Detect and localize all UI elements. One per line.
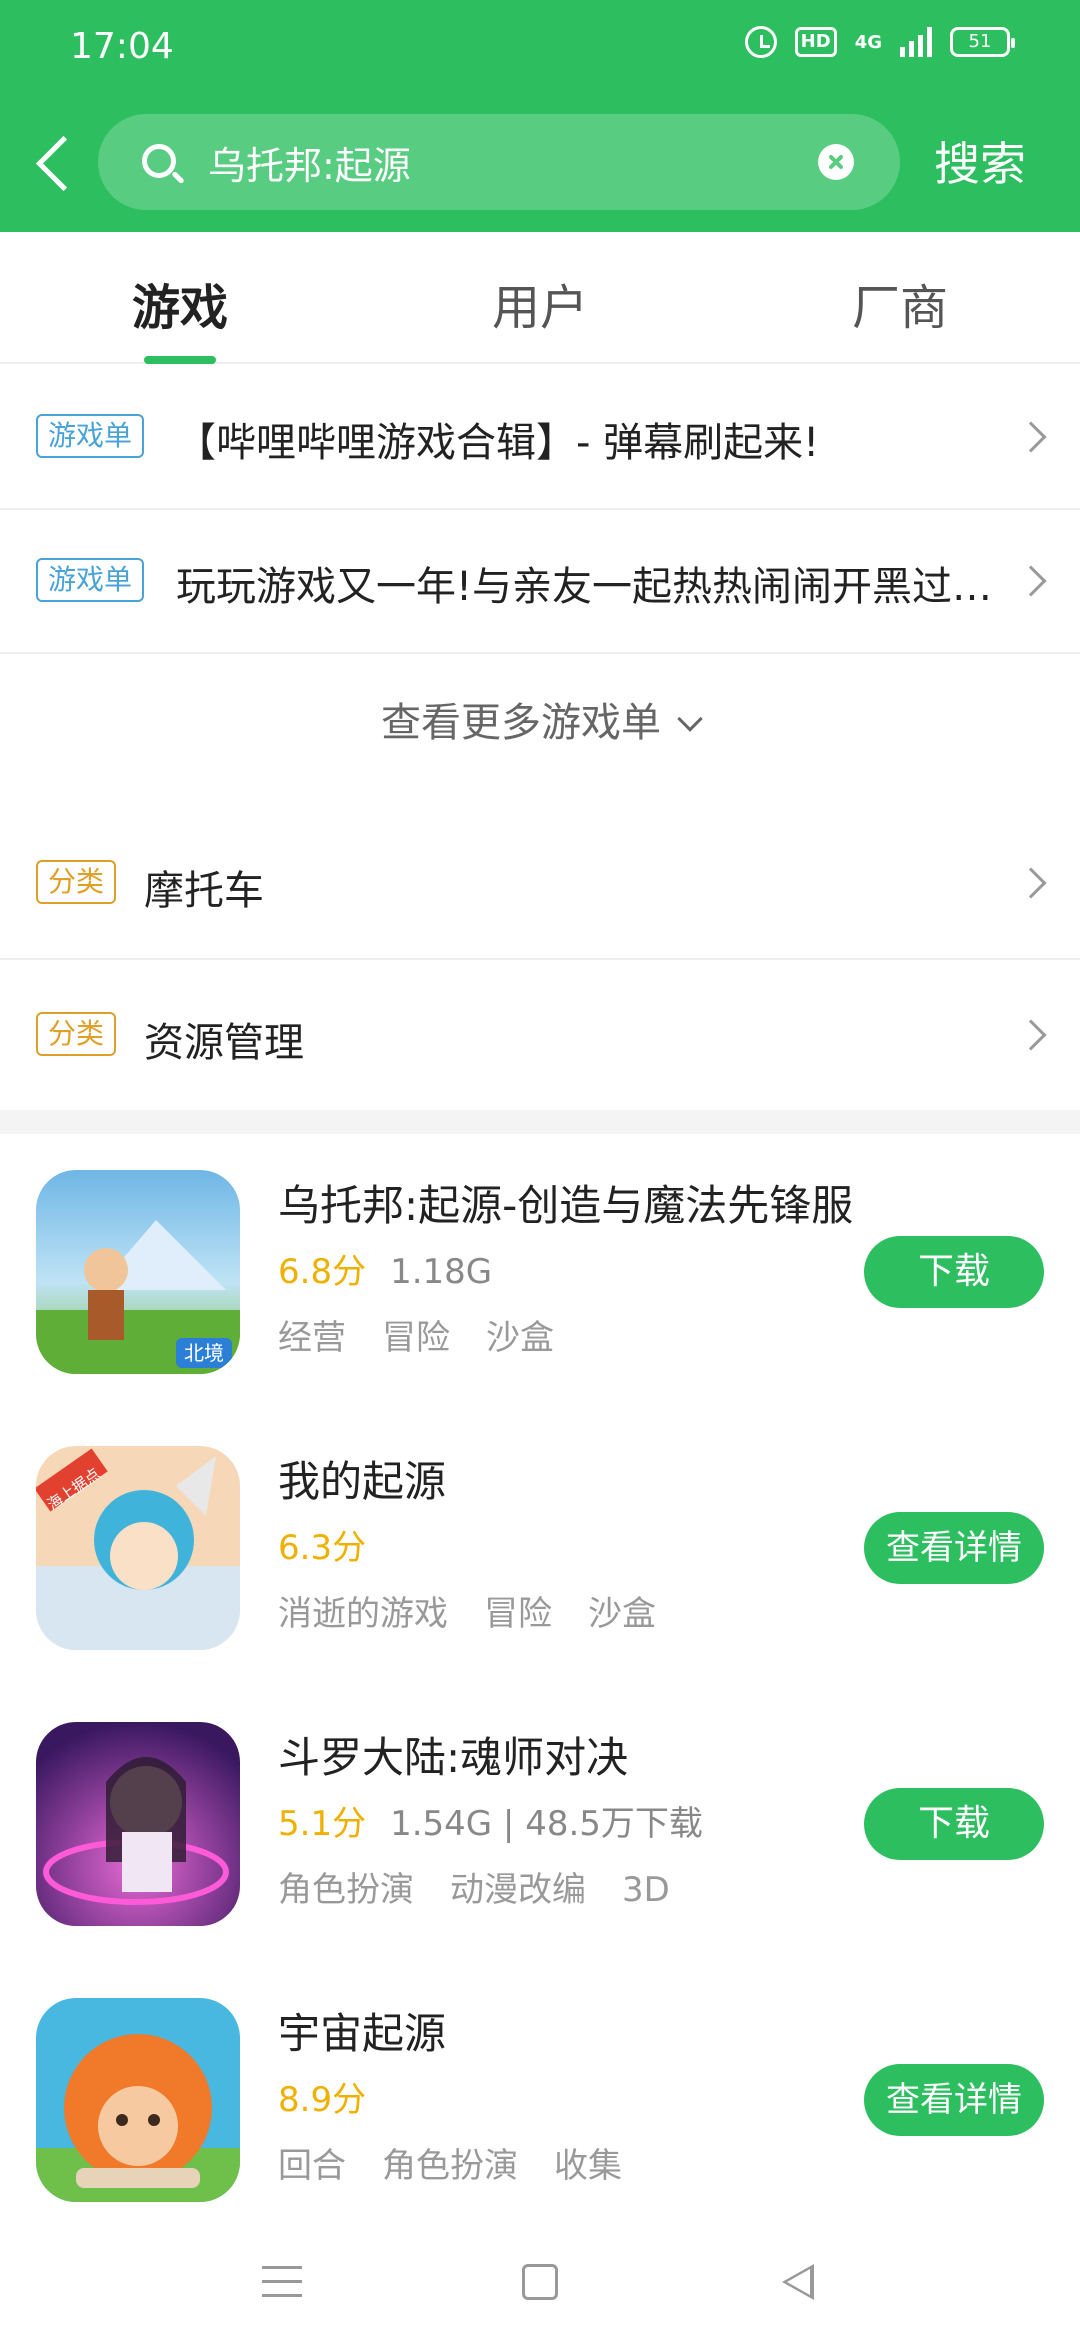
game-icon[interactable]: 北境	[36, 1170, 240, 1374]
tab-bar: 游戏 用户 厂商	[0, 232, 1080, 364]
game-item[interactable]: 北境 乌托邦:起源-创造与魔法先锋服 6.8分 1.18G 经营 冒险 沙盒 下载	[0, 1170, 1080, 1400]
game-title[interactable]: 乌托邦:起源-创造与魔法先锋服	[278, 1172, 853, 1233]
more-collections-label: 查看更多游戏单	[381, 700, 661, 746]
game-score: 6.3分	[278, 1528, 367, 1568]
status-time: 17:04	[70, 26, 174, 67]
collection-row[interactable]: 游戏单 【哔哩哔哩游戏合辑】- 弹幕刷起来!	[0, 366, 1080, 510]
category-badge: 分类	[36, 860, 117, 904]
game-tags: 经营 冒险 沙盒	[278, 1310, 590, 1359]
search-icon	[142, 144, 176, 178]
tab-indicator	[144, 356, 216, 364]
game-meta: 8.9分	[278, 2072, 390, 2121]
download-button[interactable]: 下载	[864, 1788, 1044, 1860]
game-tag: 消逝的游戏	[278, 1594, 448, 1634]
game-icon[interactable]: 海上据点	[36, 1446, 240, 1650]
game-tag: 沙盒	[588, 1594, 656, 1634]
game-tag: 角色扮演	[278, 1870, 414, 1910]
chevron-right-icon	[1015, 421, 1047, 453]
game-tag: 回合	[278, 2146, 346, 2186]
category-title: 资源管理	[144, 1020, 304, 1066]
battery-icon: 51	[950, 27, 1015, 57]
alarm-icon	[744, 26, 777, 58]
game-tag: 冒险	[484, 1594, 552, 1634]
category-row[interactable]: 分类 摩托车	[0, 808, 1080, 960]
game-meta: 5.1分 1.54G | 48.5万下载	[278, 1796, 703, 1845]
game-tags: 角色扮演 动漫改编 3D	[278, 1862, 706, 1911]
chevron-right-icon	[1015, 565, 1047, 597]
view-details-button[interactable]: 查看详情	[864, 2064, 1044, 2136]
game-size: 1.54G | 48.5万下载	[390, 1804, 703, 1844]
game-tag: 动漫改编	[450, 1870, 586, 1910]
game-item[interactable]: 海上据点 我的起源 6.3分 消逝的游戏 冒险 沙盒 查看详情	[0, 1446, 1080, 1676]
clear-icon[interactable]	[818, 144, 854, 180]
tab-users[interactable]: 用户	[492, 268, 588, 338]
game-item[interactable]: 斗罗大陆:魂师对决 5.1分 1.54G | 48.5万下载 角色扮演 动漫改编 3D…	[0, 1722, 1080, 1952]
search-input[interactable]	[208, 132, 768, 192]
back-triangle-icon[interactable]	[782, 2264, 814, 2300]
game-tag: 收集	[554, 2146, 622, 2186]
chevron-down-icon	[677, 706, 703, 732]
game-icon-badge: 北境	[184, 1341, 224, 1365]
menu-icon[interactable]	[262, 2266, 302, 2300]
game-score: 8.9分	[278, 2080, 367, 2120]
tab-games[interactable]: 游戏	[132, 268, 228, 338]
game-tags: 消逝的游戏 冒险 沙盒	[278, 1586, 692, 1635]
view-details-button[interactable]: 查看详情	[864, 1512, 1044, 1584]
chevron-right-icon	[1015, 1019, 1047, 1051]
collection-badge: 游戏单	[36, 558, 145, 602]
network-type-label: 4G	[854, 31, 882, 53]
status-icons: HD 4G 51	[744, 26, 1015, 58]
game-score: 5.1分	[278, 1804, 367, 1844]
home-icon[interactable]	[522, 2264, 558, 2300]
back-button[interactable]	[30, 130, 80, 200]
game-tags: 回合 角色扮演 收集	[278, 2138, 658, 2187]
chevron-right-icon	[1015, 867, 1047, 899]
collection-title: 玩玩游戏又一年!与亲友一起热热闹闹开黑过大年	[176, 564, 1006, 610]
game-size: 1.18G	[390, 1252, 493, 1292]
signal-icon	[900, 27, 932, 57]
game-tag: 3D	[622, 1870, 670, 1910]
tab-vendors[interactable]: 厂商	[852, 268, 948, 338]
collection-row[interactable]: 游戏单 玩玩游戏又一年!与亲友一起热热闹闹开黑过大年	[0, 510, 1080, 654]
game-item[interactable]: 宇宙起源 8.9分 回合 角色扮演 收集 查看详情	[0, 1998, 1080, 2228]
game-meta: 6.3分	[278, 1520, 390, 1569]
header-bar: 17:04 HD 4G 51 搜索	[0, 0, 1080, 232]
game-tag: 角色扮演	[382, 2146, 518, 2186]
more-collections-link[interactable]: 查看更多游戏单	[0, 690, 1080, 748]
collection-title: 【哔哩哔哩游戏合辑】- 弹幕刷起来!	[176, 420, 820, 466]
game-tag: 冒险	[382, 1318, 450, 1358]
category-title: 摩托车	[144, 868, 264, 914]
section-divider	[0, 1110, 1080, 1134]
game-icon[interactable]	[36, 1998, 240, 2202]
game-title[interactable]: 斗罗大陆:魂师对决	[278, 1724, 628, 1785]
game-tag: 经营	[278, 1318, 346, 1358]
search-button[interactable]: 搜索	[934, 128, 1026, 194]
category-row[interactable]: 分类 资源管理	[0, 960, 1080, 1110]
system-nav-bar	[0, 2228, 1080, 2340]
hd-icon: HD	[794, 27, 837, 57]
game-title[interactable]: 宇宙起源	[278, 2000, 446, 2061]
game-title[interactable]: 我的起源	[278, 1448, 446, 1509]
game-tag: 沙盒	[486, 1318, 554, 1358]
search-box[interactable]	[98, 114, 900, 210]
game-score: 6.8分	[278, 1252, 367, 1292]
category-badge: 分类	[36, 1012, 117, 1056]
game-icon[interactable]	[36, 1722, 240, 1926]
collection-badge: 游戏单	[36, 414, 145, 458]
game-meta: 6.8分 1.18G	[278, 1244, 492, 1293]
download-button[interactable]: 下载	[864, 1236, 1044, 1308]
